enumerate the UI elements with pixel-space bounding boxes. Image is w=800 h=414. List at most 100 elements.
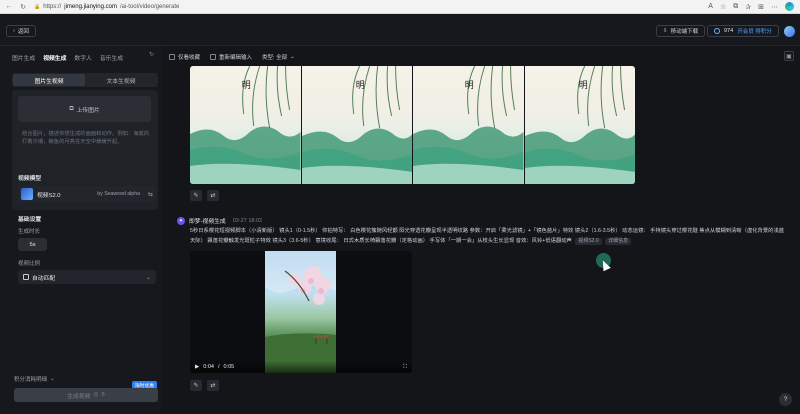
help-icon[interactable]: ? <box>779 393 792 406</box>
tab-digital-human[interactable]: 数字人 <box>74 53 91 62</box>
coin-icon: ◎ <box>93 392 99 398</box>
tab-image-generate[interactable]: 图片生成 <box>12 53 35 62</box>
generate-video-button[interactable]: 生成视频 ◎ 5 <box>14 388 158 402</box>
ratio-value: 自动匹配 <box>32 275 56 282</box>
left-panel: 图片生成 视频生成 数字人 音乐生成 ↻ 图片生视频 文本生视频 ⧉ 上传图片 … <box>6 46 158 414</box>
video-player[interactable]: ▶ 0:04 / 0:05 ⛶ <box>190 251 412 373</box>
upload-image-button[interactable]: ⧉ 上传图片 <box>18 96 151 122</box>
play-icon[interactable]: ▶ <box>195 364 199 370</box>
favorites-list-icon[interactable]: ✰ <box>745 3 751 11</box>
model-by: by Seaweed alpha <box>97 191 140 197</box>
duration-label: 生成时长 <box>18 229 41 235</box>
svg-text:明: 明 <box>465 80 474 91</box>
model-name: 视频S2.0 <box>37 192 61 199</box>
image-upload-icon: ⧉ <box>69 105 74 112</box>
checkbox-icon <box>210 54 217 60</box>
reedit-label: 重新编辑输入 <box>219 55 253 61</box>
credits-value: 974 <box>724 28 734 34</box>
checkbox-icon <box>169 54 175 60</box>
regenerate-icon[interactable]: ⇄ <box>207 380 219 391</box>
address-bar[interactable]: 🔒 https://jimeng.jianying.com/ai-tool/vi… <box>34 4 179 10</box>
generate-cost: 5 <box>101 392 105 398</box>
svg-text:明: 明 <box>355 80 364 91</box>
tab-music-generate[interactable]: 音乐生成 <box>100 53 123 62</box>
mode-switch: 图片生视频 文本生视频 <box>12 73 158 87</box>
mobile-download-button[interactable]: ⇩ 移动端下载 <box>656 25 706 37</box>
download-icon: ⇩ <box>663 28 668 34</box>
model-thumbnail <box>21 188 33 200</box>
more-icon[interactable]: ⋯ <box>771 3 778 11</box>
current-time: 0:04 <box>203 364 214 370</box>
points-detail-label: 积分消耗明细 <box>14 377 48 383</box>
chevron-down-icon: ⌄ <box>290 54 295 60</box>
result-actions: ✎ ⇄ <box>190 190 219 201</box>
video-controls: ▶ 0:04 / 0:05 ⛶ <box>190 361 412 373</box>
ratio-label: 视频比例 <box>18 261 41 267</box>
mode-image-to-video[interactable]: 图片生视频 <box>13 74 85 86</box>
mobile-download-label: 移动端下载 <box>670 29 699 35</box>
copilot-icon[interactable] <box>785 2 794 11</box>
prompt-placeholder: 结合图片，描述你想生成的画面和动作。例如：海底的打着汐潮，鲸鱼的月亮在天空中缓缓… <box>22 131 150 145</box>
result-frame[interactable]: 明 <box>301 66 412 184</box>
basic-settings-label: 基础设置 <box>18 217 42 223</box>
favorites-filter[interactable]: 仅看收藏 <box>169 53 200 61</box>
generation-tabs: 图片生成 视频生成 数字人 音乐生成 <box>6 50 158 64</box>
chevron-down-icon: ⌄ <box>50 376 55 382</box>
history-icon[interactable]: ↻ <box>149 51 154 58</box>
task-prompt[interactable]: 5秒日系樱花短视频脚本（小清新版） 镜头1（0-1.5秒） 仰拍特写： 白色樱花… <box>190 227 786 246</box>
app-header: ‹ 返回 ⇩ 移动端下载 974 开会员 得积分 <box>0 14 800 46</box>
result-frame[interactable]: 明 <box>524 66 635 184</box>
reedit-filter[interactable]: 重新编辑输入 <box>210 53 252 61</box>
duration-option[interactable]: 5s <box>18 238 47 251</box>
model-tag: 视频S2.0 <box>575 237 602 245</box>
panel-toggle-icon[interactable]: ▣ <box>784 51 794 61</box>
main-feed: 仅看收藏 重新编辑输入 类型: 全部 ⌄ ▣ 明 明 明 明 ✎ ⇄ ✦ 即梦-… <box>161 46 800 414</box>
lock-icon: 🔒 <box>34 3 41 10</box>
mode-text-to-video[interactable]: 文本生视频 <box>85 74 157 86</box>
vip-link[interactable]: 开会员 得积分 <box>737 27 772 35</box>
ink-landscape-image: 明 <box>190 66 301 184</box>
svg-text:明: 明 <box>242 80 251 91</box>
edit-icon[interactable]: ✎ <box>190 380 202 391</box>
favorites-label: 仅看收藏 <box>178 55 201 61</box>
url-prefix: https:// <box>43 3 62 10</box>
result-frame[interactable]: 明 <box>190 66 301 184</box>
favorite-star-icon[interactable]: ☆ <box>720 3 726 11</box>
ink-landscape-image: 明 <box>413 66 524 184</box>
back-button[interactable]: ‹ 返回 <box>6 25 36 37</box>
detail-link[interactable]: 详细信息 <box>605 237 632 245</box>
dreamina-logo-icon: ✦ <box>177 216 185 225</box>
video-frame <box>265 251 336 373</box>
task-title: 即梦-视频生成 <box>189 219 226 225</box>
tab-video-generate[interactable]: 视频生成 <box>43 53 66 62</box>
coin-icon <box>714 28 720 34</box>
generate-label: 生成视频 <box>67 393 91 400</box>
upload-label: 上传图片 <box>76 107 100 114</box>
ratio-select[interactable]: 自动匹配 ⌄ <box>18 270 156 284</box>
split-screen-icon[interactable]: ⧉ <box>733 3 738 11</box>
edit-icon[interactable]: ✎ <box>190 190 202 201</box>
task-header: ✦ 即梦-视频生成 03-27 18:02 <box>177 216 262 225</box>
points-detail-toggle[interactable]: 积分消耗明细 ⌄ <box>14 375 55 383</box>
credits-pill[interactable]: 974 开会员 得积分 <box>707 25 779 37</box>
type-filter[interactable]: 类型: 全部 ⌄ <box>262 53 295 61</box>
prompt-text: 5秒日系樱花短视频脚本（小清新版） 镜头1（0-1.5秒） 仰拍特写： 白色樱花… <box>190 228 785 244</box>
model-section-label: 视频模型 <box>18 176 42 182</box>
model-selector[interactable]: 视频S2.0 by Seaweed alpha ⇆ <box>18 186 156 202</box>
video-actions: ✎ ⇄ <box>190 380 219 391</box>
read-aloud-icon[interactable]: A <box>708 3 713 10</box>
result-frame[interactable]: 明 <box>413 66 524 184</box>
task-time: 03-27 18:02 <box>232 217 263 224</box>
browser-back-icon[interactable]: ← <box>4 2 14 12</box>
regenerate-icon[interactable]: ⇄ <box>207 190 219 201</box>
previous-result-frames[interactable]: 明 明 明 明 <box>190 66 635 184</box>
collections-icon[interactable]: ⊞ <box>758 3 764 11</box>
avatar[interactable] <box>784 26 795 37</box>
type-label: 类型: 全部 <box>262 55 288 61</box>
chevron-down-icon: ⌄ <box>145 274 151 281</box>
fullscreen-icon[interactable]: ⛶ <box>403 364 407 371</box>
browser-refresh-icon[interactable]: ↻ <box>18 2 28 12</box>
svg-text:明: 明 <box>578 80 587 91</box>
aspect-ratio-icon <box>23 274 29 280</box>
chevron-left-icon: ‹ <box>13 28 15 34</box>
